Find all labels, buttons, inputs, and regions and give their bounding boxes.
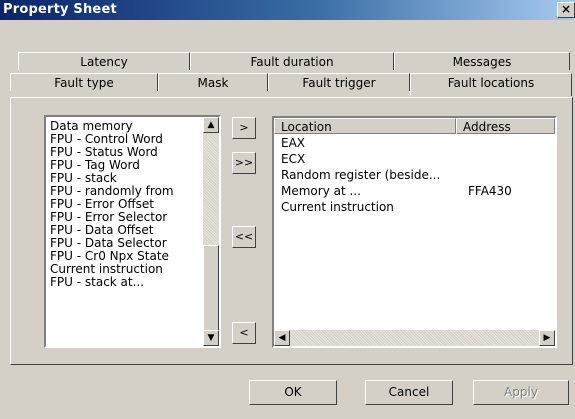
window-title: Property Sheet xyxy=(3,2,117,17)
remove-all-button[interactable]: << xyxy=(232,226,256,248)
close-icon: × xyxy=(560,2,572,16)
scroll-track[interactable] xyxy=(290,330,539,346)
add-all-button[interactable]: >> xyxy=(232,152,256,174)
apply-button[interactable]: Apply xyxy=(473,380,569,405)
tab-latency[interactable]: Latency xyxy=(18,52,190,70)
cancel-button[interactable]: Cancel xyxy=(365,380,453,405)
list-item[interactable]: FPU - stack at... xyxy=(50,276,144,289)
scroll-right-icon: ▶ xyxy=(543,333,551,343)
scroll-right-button[interactable]: ▶ xyxy=(539,330,555,346)
title-bar: Property Sheet × xyxy=(0,0,575,20)
scroll-down-button[interactable]: ▼ xyxy=(203,330,219,346)
column-header-address[interactable]: Address xyxy=(456,118,555,134)
close-button[interactable]: × xyxy=(557,2,575,18)
tab-fault-locations[interactable]: Fault locations xyxy=(410,73,572,96)
table-cell-location[interactable]: ECX xyxy=(281,153,305,166)
column-header-location[interactable]: Location xyxy=(274,118,456,134)
selected-locations-table[interactable]: Location Address EAX ECX Random register… xyxy=(272,116,557,348)
tab-fault-duration[interactable]: Fault duration xyxy=(190,52,394,70)
table-cell-address[interactable]: FFA430 xyxy=(468,185,512,198)
ok-button[interactable]: OK xyxy=(249,380,337,405)
scroll-up-button[interactable]: ▲ xyxy=(203,117,219,133)
tab-fault-trigger[interactable]: Fault trigger xyxy=(268,73,410,91)
scroll-thumb[interactable] xyxy=(203,245,219,331)
scroll-down-icon: ▼ xyxy=(207,333,215,343)
add-one-button[interactable]: > xyxy=(232,117,256,139)
table-horizontal-scrollbar[interactable]: ◀ ▶ xyxy=(274,330,555,346)
tab-messages[interactable]: Messages xyxy=(394,52,570,70)
scroll-left-button[interactable]: ◀ xyxy=(274,330,290,346)
tab-fault-type[interactable]: Fault type xyxy=(10,73,158,91)
table-cell-location[interactable]: Memory at ... xyxy=(281,185,361,198)
table-cell-location[interactable]: EAX xyxy=(281,137,305,150)
table-cell-location[interactable]: Current instruction xyxy=(281,201,394,214)
scroll-up-icon: ▲ xyxy=(207,120,215,130)
table-cell-location[interactable]: Random register (beside... xyxy=(281,169,440,182)
available-locations-list[interactable]: Data memory FPU - Control Word FPU - Sta… xyxy=(44,115,221,348)
remove-one-button[interactable]: < xyxy=(232,322,256,344)
tab-mask[interactable]: Mask xyxy=(158,73,268,91)
scroll-left-icon: ◀ xyxy=(278,333,286,343)
list-vertical-scrollbar[interactable]: ▲ ▼ xyxy=(203,117,219,346)
